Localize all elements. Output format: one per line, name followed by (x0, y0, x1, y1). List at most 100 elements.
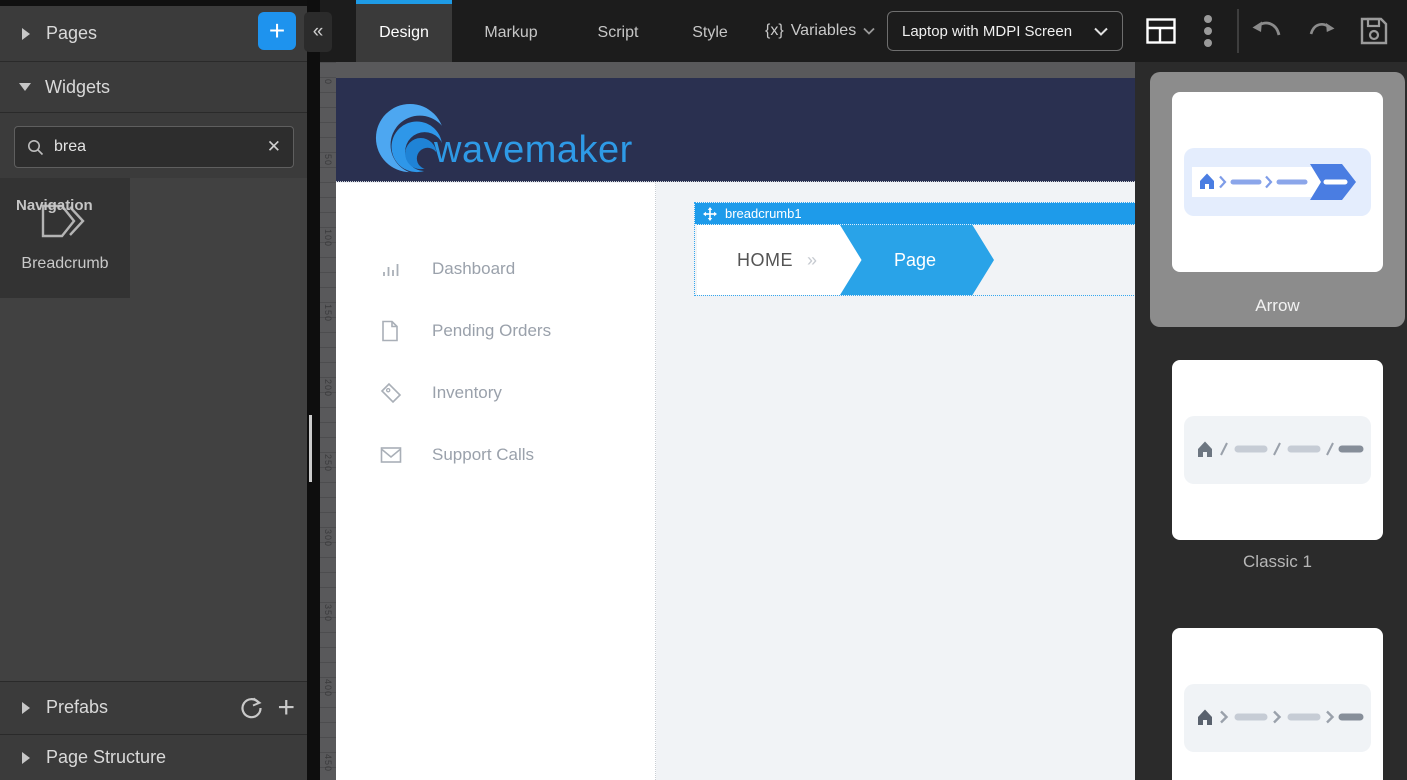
device-preview-value: Laptop with MDPI Screen (902, 23, 1072, 40)
style-option-label: Classic 1 (1150, 552, 1405, 572)
search-input[interactable] (54, 138, 267, 156)
breadcrumb-widget-tile[interactable]: Breadcrumb (0, 178, 130, 298)
widget-results-area: Navigation Breadcrumb (0, 178, 307, 681)
breadcrumb-item-home[interactable]: HOME » (697, 225, 863, 295)
page-header: wavemaker (336, 78, 1135, 182)
studio-toolbar: Design Markup Script Style {x} Variables… (320, 0, 1407, 62)
widgets-section-label: Widgets (45, 77, 110, 98)
sidebar-section-widgets[interactable]: Widgets (0, 62, 307, 112)
divider (0, 112, 307, 113)
ruler-label: 150 (323, 304, 333, 322)
add-prefab-button[interactable]: + (277, 691, 295, 725)
widgets-sidebar: Pages + Widgets ✕ Navigation Breadcrumb … (0, 0, 307, 780)
selected-widget-handle[interactable]: breadcrumb1 (695, 203, 1135, 225)
nav-item-label: Support Calls (432, 445, 534, 465)
ruler-label: 200 (323, 379, 333, 397)
page-left-nav: Dashboard Pending Orders Inventory (336, 183, 656, 780)
breadcrumb-style-panel: Arrow Classic 1 (1135, 62, 1407, 780)
sidebar-section-page-structure[interactable]: Page Structure (0, 735, 307, 780)
variables-prefix: {x} (765, 22, 784, 40)
style-option-arrow[interactable]: Arrow (1150, 72, 1405, 327)
breadcrumb-widget: HOME » Page (695, 225, 1135, 295)
ruler-label: 400 (323, 679, 333, 697)
style-option-label: Arrow (1150, 296, 1405, 316)
design-canvas: wavemaker Dashboard Pending Orders (336, 78, 1135, 780)
caret-right-icon (22, 752, 30, 764)
reload-prefabs-button[interactable] (239, 696, 263, 720)
chevron-down-icon (1094, 27, 1108, 36)
sidebar-section-prefabs[interactable]: Prefabs + (0, 682, 307, 733)
add-page-button[interactable]: + (258, 12, 296, 50)
toolbar-divider (1237, 9, 1239, 53)
nav-item-label: Pending Orders (432, 321, 551, 341)
breadcrumb-page-label: Page (894, 250, 936, 271)
caret-down-icon (19, 83, 31, 91)
variables-menu[interactable]: {x} Variables (765, 0, 875, 62)
chevron-down-icon (863, 27, 875, 35)
widget-search-box: ✕ (14, 126, 294, 168)
brand-wordmark: wavemaker (434, 131, 633, 169)
search-icon (27, 139, 44, 156)
nav-item-support-calls[interactable]: Support Calls (336, 435, 655, 475)
selected-widget-name: breadcrumb1 (725, 206, 802, 221)
tag-icon (380, 382, 402, 404)
ruler-label: 450 (323, 754, 333, 772)
save-icon (1358, 15, 1390, 47)
nav-item-label: Inventory (432, 383, 502, 403)
breadcrumb-item-page[interactable]: Page (840, 225, 994, 295)
sidebar-edge-strip (307, 0, 320, 780)
tab-markup[interactable]: Markup (452, 0, 570, 62)
clear-search-icon[interactable]: ✕ (267, 137, 281, 157)
sidebar-scrollbar-thumb[interactable] (309, 415, 312, 482)
editor-tabs: Design Markup Script Style (356, 0, 754, 62)
refresh-icon (239, 696, 263, 720)
undo-icon (1252, 19, 1286, 43)
document-icon (380, 320, 400, 342)
vertical-ruler: 050100150200250300350400450 (320, 62, 336, 780)
breadcrumb-widget-label: Breadcrumb (21, 255, 108, 273)
prefabs-section-label: Prefabs (46, 697, 108, 718)
caret-right-icon (22, 702, 30, 714)
horizontal-ruler (320, 62, 1135, 78)
ruler-label: 350 (323, 604, 333, 622)
widget-category-label: Navigation (16, 197, 93, 214)
page-structure-section-label: Page Structure (46, 747, 166, 768)
variables-label: Variables (791, 22, 857, 40)
bar-chart-icon (380, 259, 400, 279)
style-option-classic1-preview (1172, 360, 1383, 540)
device-preview-select[interactable]: Laptop with MDPI Screen (887, 11, 1123, 51)
tab-style[interactable]: Style (666, 0, 754, 62)
undo-button[interactable] (1252, 0, 1286, 62)
more-options-button[interactable] (1203, 0, 1213, 62)
kebab-menu-icon (1203, 14, 1213, 48)
nav-item-pending-orders[interactable]: Pending Orders (336, 311, 655, 351)
ruler-label: 100 (323, 229, 333, 247)
tab-design[interactable]: Design (356, 0, 452, 62)
pages-section-label: Pages (46, 23, 97, 44)
layout-panels-button[interactable] (1146, 0, 1176, 62)
ruler-label: 0 (323, 79, 333, 85)
style-option-classic2-preview (1172, 628, 1383, 780)
layout-icon (1146, 18, 1176, 44)
plus-icon: + (277, 691, 295, 725)
double-chevron-left-icon: « (313, 21, 324, 43)
nav-item-dashboard[interactable]: Dashboard (336, 249, 655, 289)
classic1-breadcrumb-thumbnail (1192, 427, 1364, 473)
arrow-breadcrumb-thumbnail (1192, 159, 1364, 205)
breadcrumb-home-label: HOME (737, 250, 793, 271)
ruler-label: 50 (323, 154, 333, 166)
caret-right-icon (22, 28, 30, 40)
breadcrumb-separator: » (807, 250, 817, 271)
collapse-sidebar-button[interactable]: « (304, 12, 332, 52)
style-option-arrow-preview (1172, 92, 1383, 272)
save-button[interactable] (1358, 0, 1390, 62)
redo-button[interactable] (1305, 0, 1335, 62)
ruler-label: 250 (323, 454, 333, 472)
tab-script[interactable]: Script (570, 0, 666, 62)
nav-item-inventory[interactable]: Inventory (336, 373, 655, 413)
classic2-breadcrumb-thumbnail (1192, 695, 1364, 741)
redo-icon (1305, 20, 1335, 42)
breadcrumb-widget-selection[interactable]: breadcrumb1 HOME » Page (695, 203, 1135, 295)
envelope-icon (380, 446, 402, 464)
move-icon (703, 207, 717, 221)
